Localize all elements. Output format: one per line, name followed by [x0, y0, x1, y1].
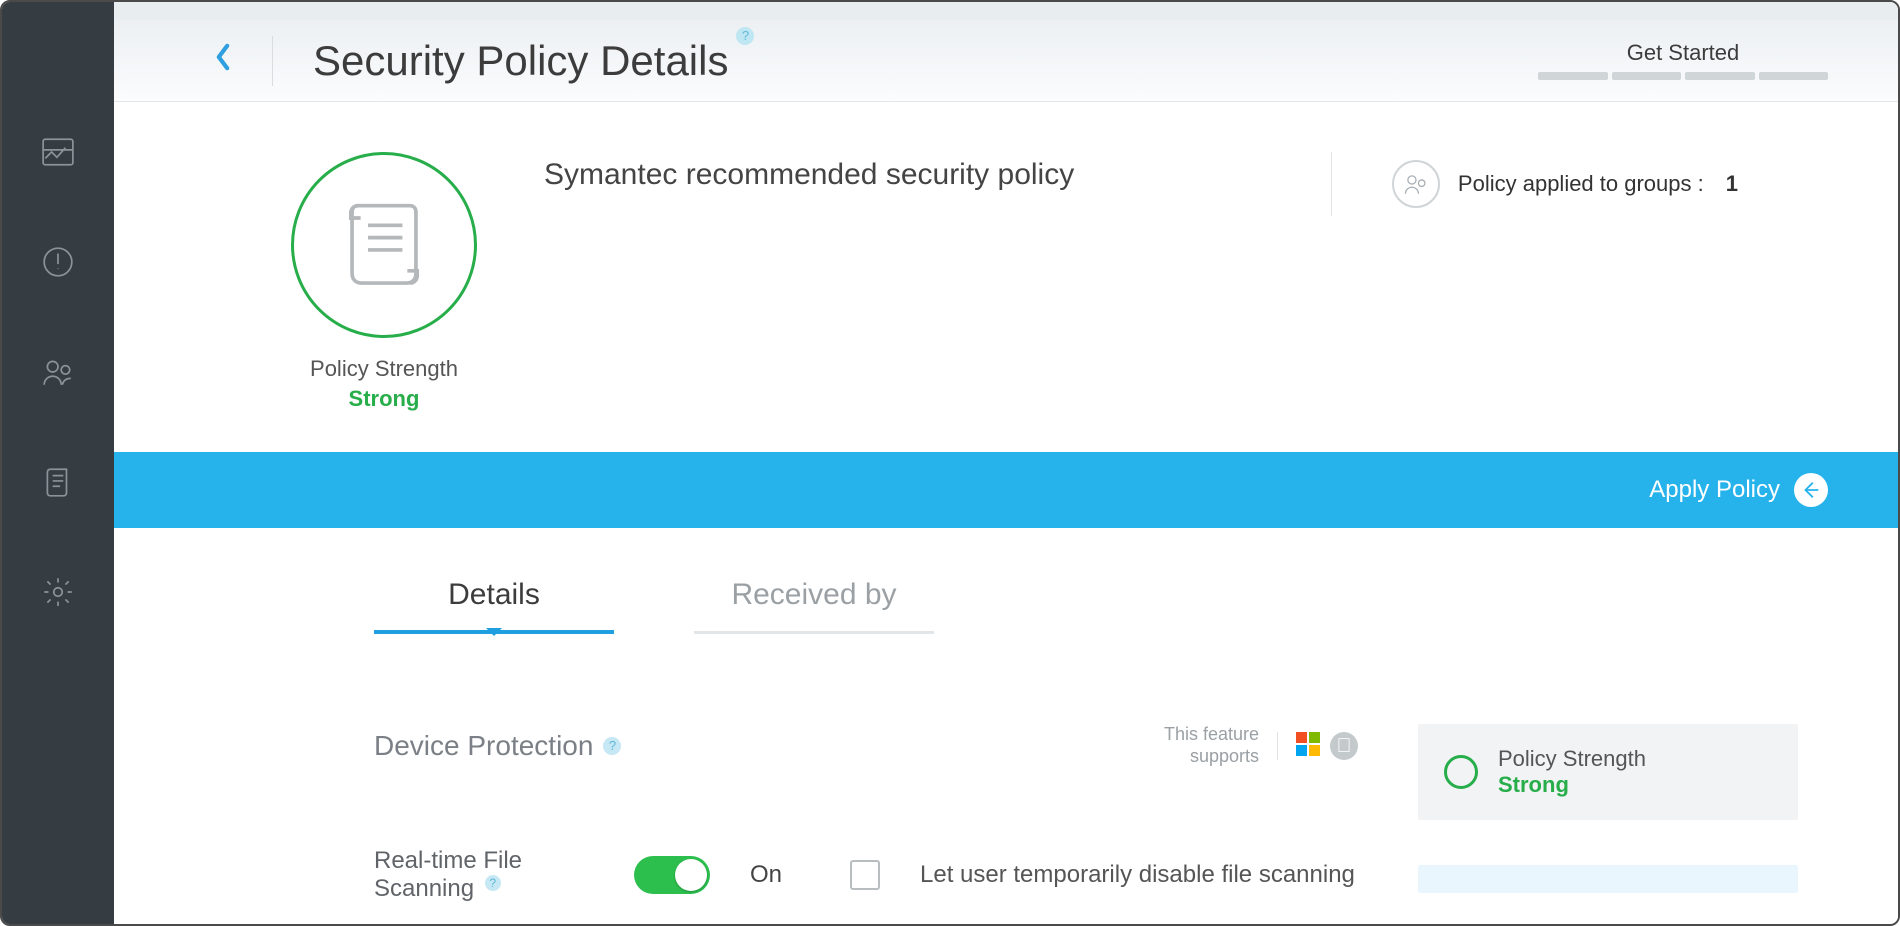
- page-title-text: Security Policy Details: [313, 37, 728, 84]
- card-strength-label: Policy Strength: [1498, 746, 1646, 772]
- toggle-realtime-scanning[interactable]: [634, 856, 710, 894]
- tab-details-label: Details: [448, 578, 540, 611]
- help-icon[interactable]: ?: [736, 27, 754, 45]
- info-panel-placeholder: [1418, 865, 1798, 893]
- checkbox-allow-disable[interactable]: [850, 860, 880, 890]
- applied-count: 1: [1726, 171, 1738, 197]
- apply-policy-label: Apply Policy: [1649, 476, 1780, 504]
- gear-icon: [41, 575, 75, 609]
- tab-details[interactable]: Details: [374, 578, 614, 634]
- details-pane: Device Protection ? This feature support…: [114, 634, 1898, 903]
- main-content: Security Policy Details ? Get Started: [114, 2, 1898, 924]
- policy-scroll-icon: [341, 195, 427, 295]
- strength-ring-icon: [1444, 755, 1478, 789]
- apply-policy-button[interactable]: Apply Policy: [1649, 473, 1828, 507]
- apple-icon: : [1330, 732, 1358, 760]
- strength-label: Policy Strength: [274, 356, 494, 382]
- setting-realtime-scanning: Real-time File Scanning ? On Let user te…: [374, 847, 1358, 903]
- side-nav: [2, 2, 114, 924]
- supports-line1: This feature: [1164, 724, 1259, 746]
- page-header: Security Policy Details ? Get Started: [114, 20, 1898, 102]
- policy-strength-badge: Policy Strength Strong: [274, 152, 494, 412]
- tab-received-by-label: Received by: [731, 578, 896, 611]
- feature-supports: This feature supports : [1164, 724, 1358, 767]
- apply-icon: [1794, 473, 1828, 507]
- policy-name: Symantec recommended security policy: [544, 158, 1331, 192]
- apply-policy-bar: Apply Policy: [114, 452, 1898, 528]
- toggle-state: On: [750, 861, 810, 889]
- nav-alerts[interactable]: [38, 242, 78, 282]
- details-left-column: Device Protection ? This feature support…: [374, 724, 1358, 903]
- help-icon[interactable]: ?: [485, 875, 501, 891]
- toggle-knob: [675, 859, 707, 891]
- tab-bar: Details Received by: [114, 528, 1898, 634]
- groups-icon: [1392, 160, 1440, 208]
- progress-indicator: [1538, 72, 1828, 80]
- help-icon[interactable]: ?: [603, 737, 621, 755]
- page-title: Security Policy Details ?: [313, 37, 728, 85]
- nav-policies[interactable]: [38, 462, 78, 502]
- policy-strength-card: Policy Strength Strong: [1418, 724, 1798, 820]
- scroll-icon: [41, 465, 75, 499]
- applied-label: Policy applied to groups :: [1458, 171, 1704, 197]
- checkbox-label: Let user temporarily disable file scanni…: [920, 861, 1355, 889]
- supports-line2: supports: [1164, 746, 1259, 768]
- section-title-text: Device Protection: [374, 730, 593, 762]
- users-icon: [41, 355, 75, 389]
- setting-name: Real-time File Scanning ?: [374, 847, 594, 903]
- back-button[interactable]: [214, 43, 232, 79]
- nav-groups[interactable]: [38, 352, 78, 392]
- dashboard-icon: [41, 135, 75, 169]
- get-started-panel[interactable]: Get Started: [1538, 40, 1828, 80]
- tab-received-by[interactable]: Received by: [694, 578, 934, 634]
- section-device-protection: Device Protection ?: [374, 730, 621, 762]
- nav-dashboard[interactable]: [38, 132, 78, 172]
- strength-value: Strong: [274, 386, 494, 412]
- policy-summary: Policy Strength Strong Symantec recommen…: [114, 102, 1898, 452]
- get-started-label: Get Started: [1538, 40, 1828, 66]
- applied-to-groups[interactable]: Policy applied to groups : 1: [1331, 152, 1738, 216]
- card-strength-value: Strong: [1498, 772, 1646, 798]
- window-top-strip: [114, 2, 1898, 20]
- chevron-left-icon: [214, 43, 232, 71]
- header-divider: [272, 36, 273, 86]
- policy-strength-circle: [291, 152, 477, 338]
- alert-icon: [41, 245, 75, 279]
- windows-icon: [1296, 732, 1320, 756]
- nav-settings[interactable]: [38, 572, 78, 612]
